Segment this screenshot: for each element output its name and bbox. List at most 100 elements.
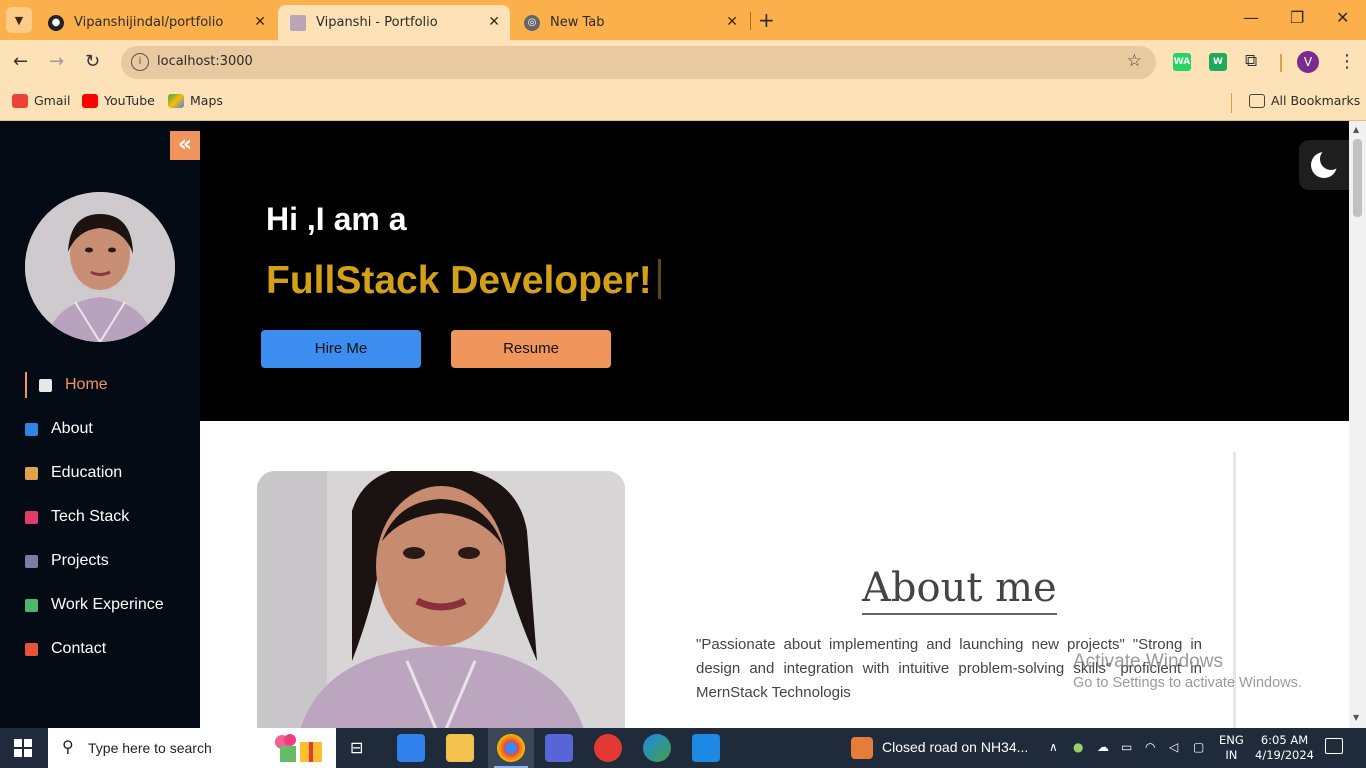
hero-role: FullStack Developer!: [266, 259, 652, 302]
collapse-sidebar-button[interactable]: «: [170, 131, 200, 160]
search-icon: ⚲: [62, 737, 74, 756]
wps-office-icon[interactable]: [594, 734, 622, 762]
display-icon[interactable]: ▢: [1193, 740, 1204, 754]
whatsapp-extension-icon[interactable]: WA: [1173, 53, 1191, 71]
vscode-icon[interactable]: [692, 734, 720, 762]
news-icon[interactable]: [851, 737, 873, 759]
file-explorer-icon[interactable]: [446, 734, 474, 762]
volume-icon[interactable]: ◁: [1169, 740, 1178, 754]
notifications-icon[interactable]: [1325, 738, 1343, 754]
chrome-taskbar-icon[interactable]: [497, 734, 525, 762]
sidebar-item-label: Home: [65, 376, 108, 393]
lang-line-2: IN: [1225, 748, 1238, 762]
typing-cursor: [657, 259, 661, 299]
w-extension-icon[interactable]: W: [1209, 53, 1227, 71]
watermark-line-2: Go to Settings to activate Windows.: [1073, 675, 1302, 691]
page-scrollbar[interactable]: ▲ ▼: [1349, 121, 1366, 728]
minimize-icon[interactable]: —: [1243, 8, 1259, 27]
back-icon[interactable]: ←: [13, 51, 28, 72]
clock-time: 6:05 AM: [1260, 733, 1309, 747]
sidebar-item-tech-stack[interactable]: Tech Stack: [25, 504, 129, 530]
all-bookmarks-button[interactable]: All Bookmarks: [1249, 93, 1360, 108]
watermark-line-1: Activate Windows: [1073, 651, 1223, 672]
news-headline[interactable]: Closed road on NH34...: [882, 739, 1028, 755]
system-clock[interactable]: 6:05 AM 4/19/2024: [1255, 733, 1314, 763]
tab-title: Vipanshijindal/portfolio: [74, 15, 224, 30]
edge-icon[interactable]: [643, 734, 671, 762]
worker-icon: [25, 598, 38, 612]
close-icon[interactable]: ✕: [726, 14, 738, 30]
sidebar-item-contact[interactable]: Contact: [25, 636, 106, 662]
resume-button[interactable]: Resume: [451, 330, 611, 368]
profile-photo: [25, 192, 175, 342]
browser-tabstrip: ▼ ● Vipanshijindal/portfolio ✕ Vipanshi …: [0, 0, 1366, 40]
hero-section: Hi ,I am a FullStack Developer! Hire Me …: [200, 121, 1349, 421]
scroll-thumb[interactable]: [1353, 139, 1362, 217]
chrome-icon: ◎: [524, 14, 540, 31]
sidebar-item-education[interactable]: Education: [25, 460, 122, 486]
hero-greeting: Hi ,I am a: [266, 201, 407, 237]
taskbar-search[interactable]: ⚲ Type here to search: [48, 728, 336, 768]
battery-icon[interactable]: ▭: [1121, 740, 1132, 754]
tab-title: New Tab: [550, 15, 605, 30]
bookmark-star-icon[interactable]: ☆: [1127, 51, 1142, 71]
new-tab-button[interactable]: +: [758, 8, 775, 32]
obsidian-icon[interactable]: [545, 734, 573, 762]
profile-avatar[interactable]: V: [1297, 51, 1319, 73]
youtube-icon: [82, 93, 98, 108]
restore-icon[interactable]: ❐: [1290, 8, 1304, 27]
tab-title: Vipanshi - Portfolio: [316, 15, 438, 30]
bookmark-gmail[interactable]: Gmail: [12, 93, 70, 108]
tray-chevron-icon[interactable]: ∧: [1049, 740, 1058, 754]
hero-role-wrapper: FullStack Developer!: [266, 259, 661, 303]
sidebar-item-label: Education: [51, 464, 123, 481]
bookmarks-divider: [1231, 93, 1232, 113]
folder-icon: [1249, 93, 1265, 108]
close-window-icon[interactable]: ✕: [1336, 8, 1349, 27]
tab-github[interactable]: ● Vipanshijindal/portfolio ✕: [36, 5, 276, 40]
toolbar-divider: [1280, 54, 1282, 72]
extensions-puzzle-icon[interactable]: ⧉: [1245, 51, 1257, 71]
reload-icon[interactable]: ↻: [85, 51, 100, 72]
url-text[interactable]: localhost:3000: [157, 54, 253, 69]
browser-toolbar: ← → ↻ i localhost:3000 ☆ WA W ⧉ V ⋮: [0, 40, 1366, 85]
search-placeholder: Type here to search: [88, 740, 212, 756]
windows-start-icon[interactable]: [14, 739, 32, 757]
hire-me-button[interactable]: Hire Me: [261, 330, 421, 368]
store-icon[interactable]: [397, 734, 425, 762]
sidebar: « Home About Education Tech Stack Projec…: [0, 121, 200, 728]
home-icon: [39, 378, 52, 392]
scroll-up-icon[interactable]: ▲: [1353, 125, 1359, 134]
bookmark-maps[interactable]: Maps: [168, 93, 223, 108]
task-view-icon[interactable]: ⊟: [350, 738, 363, 757]
lang-line-1: ENG: [1219, 733, 1244, 747]
sidebar-item-label: Tech Stack: [51, 508, 130, 525]
close-icon[interactable]: ✕: [254, 14, 266, 30]
tab-search-button[interactable]: ▼: [6, 7, 32, 33]
tab-portfolio[interactable]: Vipanshi - Portfolio ✕: [278, 5, 510, 40]
sidebar-item-about[interactable]: About: [25, 416, 93, 442]
wifi-icon[interactable]: ◠: [1145, 740, 1155, 754]
tray-app-icon[interactable]: ●: [1073, 740, 1083, 754]
forward-icon[interactable]: →: [49, 51, 64, 72]
onedrive-icon[interactable]: ☁: [1097, 740, 1109, 754]
portfolio-favicon-icon: [290, 14, 306, 31]
site-info-icon[interactable]: i: [131, 53, 149, 71]
portfolio-page: « Home About Education Tech Stack Projec…: [0, 121, 1366, 728]
activate-windows-watermark: Activate Windows Go to Settings to activ…: [1073, 651, 1302, 691]
github-icon: ●: [48, 14, 64, 31]
about-photo: [257, 471, 625, 728]
sidebar-item-work-experience[interactable]: Work Experince: [25, 592, 164, 618]
sidebar-item-home[interactable]: Home: [25, 372, 108, 398]
close-icon[interactable]: ✕: [488, 14, 500, 30]
language-indicator[interactable]: ENG IN: [1219, 733, 1244, 763]
address-bar[interactable]: i localhost:3000 ☆: [121, 46, 1156, 79]
search-highlight-icon: [275, 734, 322, 762]
bookmark-youtube[interactable]: YouTube: [82, 93, 155, 108]
menu-kebab-icon[interactable]: ⋮: [1338, 51, 1356, 72]
controller-icon: [25, 554, 38, 568]
tab-new-tab[interactable]: ◎ New Tab ✕: [512, 5, 748, 40]
sidebar-item-projects[interactable]: Projects: [25, 548, 109, 574]
scroll-down-icon[interactable]: ▼: [1353, 713, 1359, 722]
tab-separator: [750, 12, 751, 30]
